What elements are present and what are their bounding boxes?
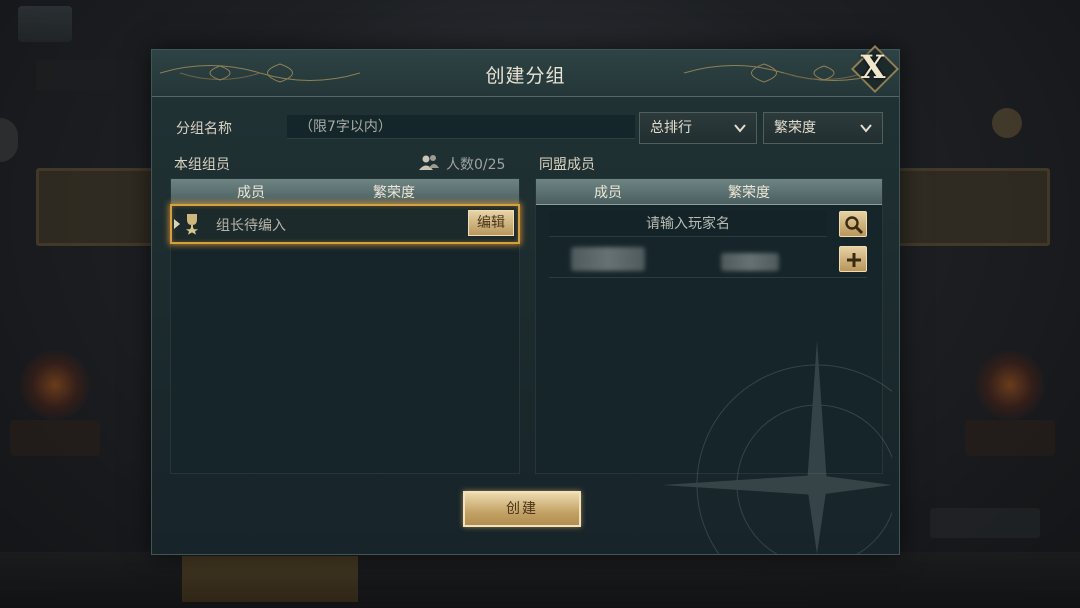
column-member: 成员 <box>237 185 265 201</box>
add-member-button[interactable] <box>839 246 867 272</box>
blurred-member-name <box>571 247 645 271</box>
group-name-input[interactable]: （限7字以内） <box>287 115 635 139</box>
member-count: 人数0/25 <box>446 157 506 173</box>
sort-select[interactable]: 总排行 <box>639 112 757 144</box>
chevron-down-icon <box>734 124 746 133</box>
search-button[interactable] <box>839 211 867 237</box>
create-group-dialog: 创建分组 X 分组名称 （限7字以内） 总排行 繁荣度 本组组员 人数0/25 … <box>151 46 900 555</box>
column-prosperity: 繁荣度 <box>373 185 415 201</box>
column-member: 成员 <box>594 185 622 201</box>
row-pointer-icon <box>174 219 180 229</box>
filter-select[interactable]: 繁荣度 <box>763 112 883 144</box>
close-icon: X <box>860 48 886 86</box>
trophy-icon <box>186 214 198 235</box>
player-search-input[interactable]: 请输入玩家名 <box>549 211 827 237</box>
plus-icon <box>847 253 861 267</box>
alliance-members-table-header: 成员 繁荣度 <box>536 179 882 205</box>
search-icon <box>845 216 864 235</box>
alliance-member-row[interactable] <box>549 243 867 278</box>
people-icon <box>419 155 439 170</box>
own-members-table-header: 成员 繁荣度 <box>171 179 519 205</box>
close-button[interactable]: X <box>852 46 894 88</box>
dialog-title: 创建分组 <box>485 65 566 87</box>
create-button[interactable]: 创建 <box>463 491 581 527</box>
group-name-label: 分组名称 <box>176 121 232 137</box>
edit-button[interactable]: 编辑 <box>468 210 514 236</box>
leader-placeholder-text: 组长待编入 <box>216 218 286 234</box>
dialog-header: 创建分组 <box>152 50 899 97</box>
sort-select-value: 总排行 <box>650 120 692 136</box>
own-members-label: 本组组员 <box>174 157 230 173</box>
compass-watermark-icon <box>662 340 892 554</box>
alliance-members-label: 同盟成员 <box>539 157 595 173</box>
leader-row[interactable]: 组长待编入 编辑 <box>170 204 520 244</box>
blurred-member-prosperity <box>721 253 779 271</box>
filter-select-value: 繁荣度 <box>774 120 816 136</box>
chevron-down-icon <box>860 124 872 133</box>
column-prosperity: 繁荣度 <box>728 185 770 201</box>
